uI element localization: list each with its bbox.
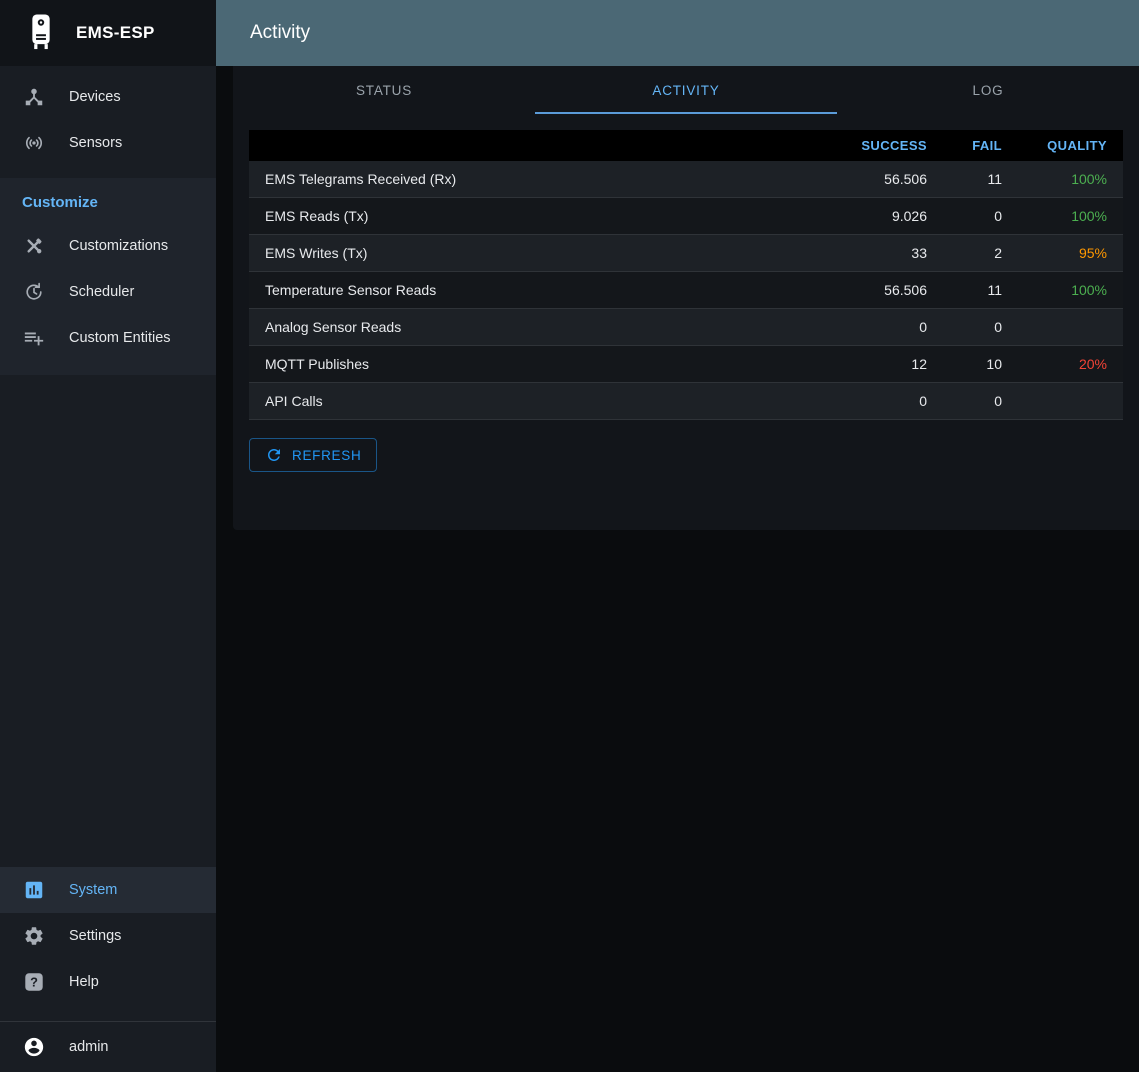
sidebar-item-label: Customizations [69, 238, 168, 254]
app-title: EMS-ESP [76, 23, 155, 43]
sidebar-item-label: Scheduler [69, 284, 134, 300]
cell-name: Analog Sensor Reads [249, 309, 823, 346]
sidebar-item-label: Settings [69, 928, 121, 944]
cell-success: 9.026 [823, 198, 943, 235]
activity-table-wrap: SUCCESS FAIL QUALITY EMS Telegrams Recei… [249, 130, 1123, 420]
cell-name: Temperature Sensor Reads [249, 272, 823, 309]
appbar: Activity [216, 0, 1139, 66]
refresh-button-label: REFRESH [292, 448, 361, 463]
table-row: EMS Writes (Tx) 33 2 95% [249, 235, 1123, 272]
help-icon: ? [22, 970, 46, 994]
sidebar-item-scheduler[interactable]: Scheduler [0, 269, 216, 315]
cell-success: 56.506 [823, 161, 943, 198]
col-header-name [249, 130, 823, 161]
sidebar-header: EMS-ESP [0, 0, 216, 66]
cell-success: 12 [823, 346, 943, 383]
table-row: MQTT Publishes 12 10 20% [249, 346, 1123, 383]
sidebar-item-custom-entities[interactable]: Custom Entities [0, 315, 216, 361]
sidebar-item-label: System [69, 882, 117, 898]
cell-fail: 0 [943, 309, 1018, 346]
tab-activity[interactable]: ACTIVITY [535, 66, 837, 114]
col-header-quality: QUALITY [1018, 130, 1123, 161]
cell-quality: 20% [1018, 346, 1123, 383]
sidebar: EMS-ESP Devices Sensors Customize [0, 0, 216, 1072]
account-circle-icon [22, 1035, 46, 1059]
sidebar-item-label: Custom Entities [69, 330, 171, 346]
content-card: STATUS ACTIVITY LOG SUCCESS FAIL QUALITY [233, 66, 1139, 530]
page-title: Activity [250, 22, 310, 44]
cell-success: 0 [823, 309, 943, 346]
user-name: admin [69, 1039, 109, 1055]
tab-bar: STATUS ACTIVITY LOG [233, 66, 1139, 114]
cell-fail: 0 [943, 383, 1018, 420]
col-header-fail: FAIL [943, 130, 1018, 161]
cell-quality: 100% [1018, 198, 1123, 235]
sidebar-item-label: Sensors [69, 135, 122, 151]
cell-fail: 11 [943, 272, 1018, 309]
cell-name: MQTT Publishes [249, 346, 823, 383]
sidebar-item-sensors[interactable]: Sensors [0, 120, 216, 166]
main-content: STATUS ACTIVITY LOG SUCCESS FAIL QUALITY [216, 66, 1139, 1072]
sidebar-item-help[interactable]: ? Help [0, 959, 216, 1005]
sidebar-item-settings[interactable]: Settings [0, 913, 216, 959]
table-row: EMS Telegrams Received (Rx) 56.506 11 10… [249, 161, 1123, 198]
playlist-add-icon [22, 326, 46, 350]
gear-icon [22, 924, 46, 948]
table-row: EMS Reads (Tx) 9.026 0 100% [249, 198, 1123, 235]
cell-name: EMS Telegrams Received (Rx) [249, 161, 823, 198]
activity-table: SUCCESS FAIL QUALITY EMS Telegrams Recei… [249, 130, 1123, 420]
sidebar-item-devices[interactable]: Devices [0, 74, 216, 120]
assessment-icon [22, 878, 46, 902]
construction-icon [22, 234, 46, 258]
tab-status[interactable]: STATUS [233, 66, 535, 114]
customize-section: Customize Customizations Scheduler [0, 178, 216, 375]
cell-quality: 100% [1018, 161, 1123, 198]
cell-name: API Calls [249, 383, 823, 420]
table-row: Temperature Sensor Reads 56.506 11 100% [249, 272, 1123, 309]
main-area: Activity STATUS ACTIVITY LOG SUCCESS FAI… [216, 0, 1139, 1072]
ems-esp-logo-icon [26, 12, 56, 54]
sensors-icon [22, 131, 46, 155]
customize-section-title: Customize [0, 178, 216, 223]
table-row: API Calls 0 0 [249, 383, 1123, 420]
sidebar-spacer [0, 375, 216, 867]
cell-fail: 10 [943, 346, 1018, 383]
cell-fail: 11 [943, 161, 1018, 198]
col-header-success: SUCCESS [823, 130, 943, 161]
cell-quality [1018, 383, 1123, 420]
cell-quality: 95% [1018, 235, 1123, 272]
scheduler-clock-icon [22, 280, 46, 304]
sidebar-item-label: Help [69, 974, 99, 990]
refresh-button[interactable]: REFRESH [249, 438, 377, 472]
cell-success: 56.506 [823, 272, 943, 309]
cell-fail: 0 [943, 198, 1018, 235]
tab-log[interactable]: LOG [837, 66, 1139, 114]
cell-name: EMS Writes (Tx) [249, 235, 823, 272]
devices-icon [22, 85, 46, 109]
svg-text:?: ? [30, 975, 38, 990]
cell-fail: 2 [943, 235, 1018, 272]
sidebar-user[interactable]: admin [0, 1022, 216, 1072]
cell-name: EMS Reads (Tx) [249, 198, 823, 235]
refresh-icon [265, 446, 283, 464]
cell-success: 0 [823, 383, 943, 420]
sidebar-item-system[interactable]: System [0, 867, 216, 913]
table-header-row: SUCCESS FAIL QUALITY [249, 130, 1123, 161]
cell-quality [1018, 309, 1123, 346]
cell-quality: 100% [1018, 272, 1123, 309]
sidebar-item-customizations[interactable]: Customizations [0, 223, 216, 269]
sidebar-item-label: Devices [69, 89, 121, 105]
table-row: Analog Sensor Reads 0 0 [249, 309, 1123, 346]
cell-success: 33 [823, 235, 943, 272]
